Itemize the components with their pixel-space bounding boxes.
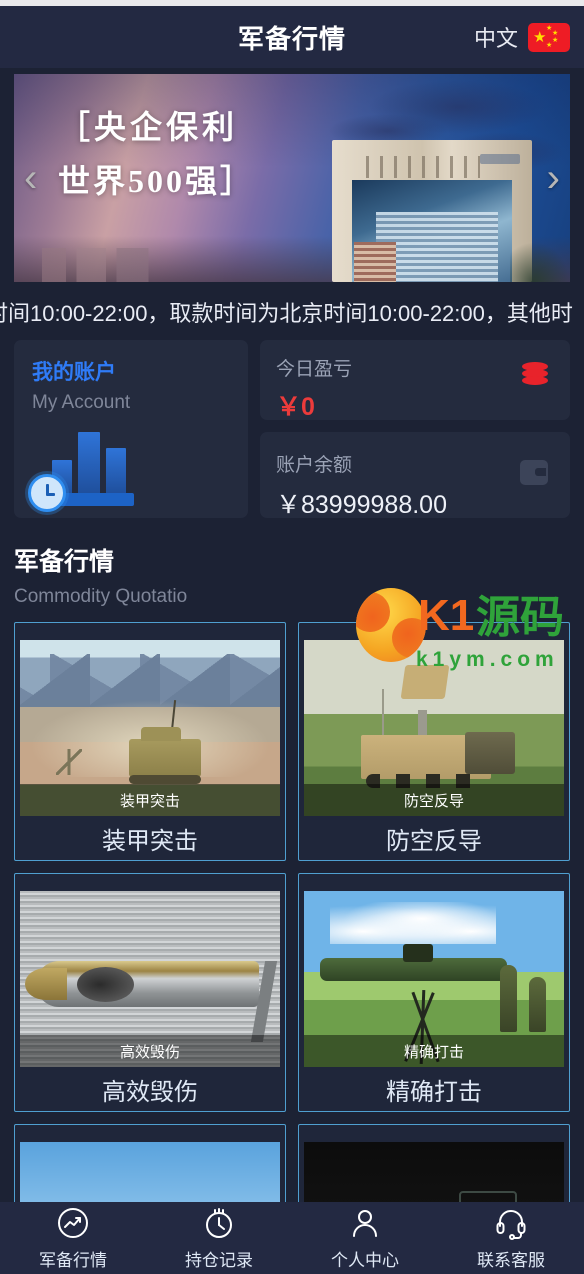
tab-profile[interactable]: 个人中心 [292, 1202, 438, 1274]
skyline-decor [41, 248, 176, 282]
account-section: 我的账户 My Account 今日盈亏 ￥0 账户余额 ￥83999988.0… [0, 334, 584, 519]
balance-value: ￥83999988.00 [276, 491, 447, 519]
today-pnl-label: 今日盈亏 [276, 359, 353, 380]
section-title: 军备行情 [14, 548, 115, 576]
account-stats: 今日盈亏 ￥0 账户余额 ￥83999988.00 [260, 340, 570, 519]
tab-label: 个人中心 [331, 1250, 399, 1270]
bar-chart-clock-icon [28, 432, 142, 512]
balance-label: 账户余额 [276, 455, 353, 476]
banner-slide[interactable]: ［央企保利 世界500强］ ‹ › [14, 74, 570, 282]
product-label: 防空反导 [386, 827, 482, 855]
page-title: 军备行情 [237, 23, 346, 54]
banner-text: ［央企保利 世界500强］ [58, 102, 255, 202]
today-pnl-card[interactable]: 今日盈亏 ￥0 [260, 340, 570, 421]
banner-line-1: ［央企保利 [58, 109, 239, 145]
product-label: 高效毁伤 [102, 1078, 198, 1106]
chevron-right-icon[interactable]: › [547, 158, 560, 198]
headset-icon [496, 1209, 526, 1240]
product-image-caption: 精确打击 [304, 1035, 564, 1067]
product-label: 装甲突击 [102, 827, 198, 855]
product-card[interactable]: 防空反导 防空反导 [298, 622, 570, 861]
notice-text: 时间10:00-22:00，取款时间为北京时间10:00-22:00，其他时 [0, 301, 573, 326]
today-pnl-value: ￥0 [276, 393, 315, 421]
product-grid: 装甲突击 装甲突击 防空反导 防空反导 高效毁伤 高效毁伤 精确打击 精确打击 [0, 608, 584, 1274]
banner-carousel[interactable]: ［央企保利 世界500强］ ‹ › [0, 68, 584, 282]
bottom-tab-bar: 军备行情 持仓记录 个人中心 联系客服 [0, 1202, 584, 1274]
notice-marquee: 时间10:00-22:00，取款时间为北京时间10:00-22:00，其他时 [0, 290, 584, 334]
my-account-title: 我的账户 [32, 361, 116, 384]
product-label: 精确打击 [386, 1078, 482, 1106]
tab-support[interactable]: 联系客服 [438, 1202, 584, 1274]
banner-line-2: 世界500强］ [58, 163, 256, 199]
product-image: 精确打击 [304, 891, 564, 1067]
timer-icon [206, 1207, 232, 1238]
coins-icon [522, 362, 548, 388]
my-account-card[interactable]: 我的账户 My Account [14, 340, 248, 518]
section-subtitle: Commodity Quotatio [14, 586, 188, 607]
product-card[interactable]: 精确打击 精确打击 [298, 873, 570, 1112]
language-switcher[interactable]: 中文 ★ ★ ★ ★ ★ [474, 21, 570, 53]
product-image-caption: 防空反导 [304, 784, 564, 816]
wallet-icon [520, 460, 548, 485]
chevron-left-icon[interactable]: ‹ [24, 158, 37, 198]
trend-circle-icon [58, 1207, 88, 1238]
product-image: 装甲突击 [20, 640, 280, 816]
person-icon [353, 1209, 377, 1237]
product-image: 防空反导 [304, 640, 564, 816]
china-flag-icon: ★ ★ ★ ★ ★ [528, 22, 570, 52]
tab-positions[interactable]: 持仓记录 [146, 1202, 292, 1274]
balance-card[interactable]: 账户余额 ￥83999988.00 [260, 432, 570, 519]
product-image-caption: 装甲突击 [20, 784, 280, 816]
product-image-caption: 高效毁伤 [20, 1035, 280, 1067]
tab-label: 联系客服 [477, 1250, 545, 1270]
product-image: 高效毁伤 [20, 891, 280, 1067]
tree-decor [510, 242, 570, 282]
building-illustration [332, 140, 532, 282]
product-card[interactable]: 装甲突击 装甲突击 [14, 622, 286, 861]
language-label: 中文 [473, 26, 518, 51]
app-root: 军备行情 中文 ★ ★ ★ ★ ★ ［央企保利 世界500强］ ‹ › 时间10… [0, 0, 584, 1274]
my-account-subtitle: My Account [32, 392, 131, 413]
product-card[interactable]: 高效毁伤 高效毁伤 [14, 873, 286, 1112]
tab-market[interactable]: 军备行情 [0, 1202, 146, 1274]
tab-label: 军备行情 [39, 1250, 107, 1270]
section-header: 军备行情 Commodity Quotatio [0, 518, 584, 608]
tab-label: 持仓记录 [185, 1250, 253, 1270]
app-header: 军备行情 中文 ★ ★ ★ ★ ★ [0, 6, 584, 68]
